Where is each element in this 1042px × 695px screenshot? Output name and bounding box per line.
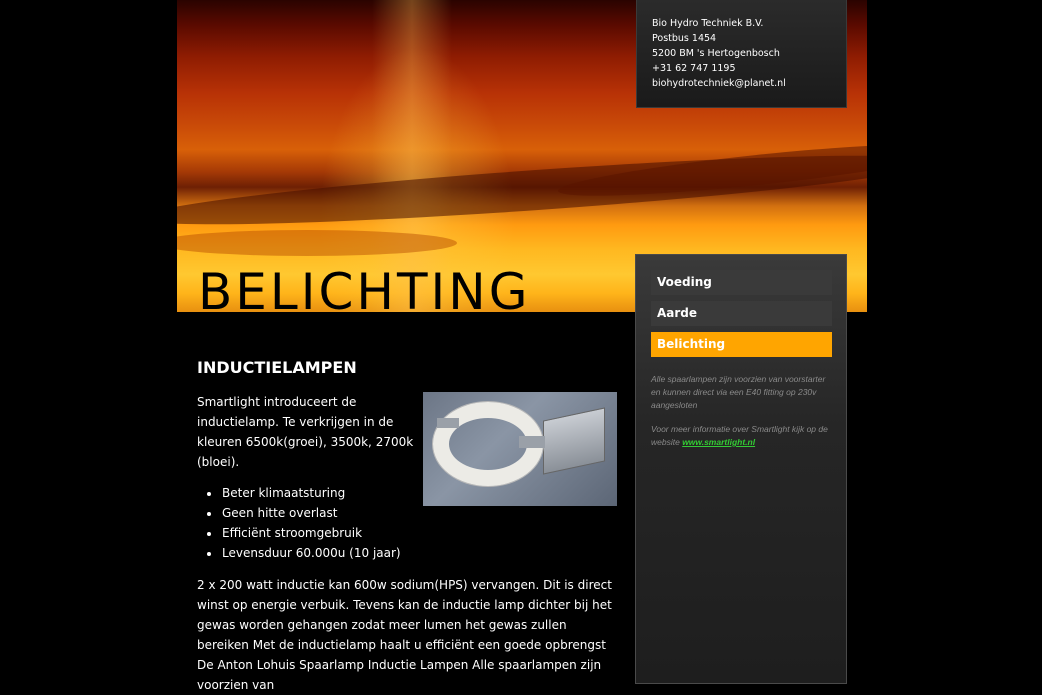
body-paragraph: 2 x 200 watt inductie kan 600w sodium(HP… [197, 578, 612, 692]
section-title: INDUCTIELAMPEN [197, 358, 357, 377]
smartlight-link[interactable]: www.smartlight.nl [682, 437, 755, 447]
sidebar-note-info: Voor meer informatie over Smartlight kij… [651, 423, 835, 449]
induction-lamp-photo [423, 392, 617, 506]
contact-company: Bio Hydro Techniek B.V. [652, 18, 764, 29]
list-item: Geen hitte overlast [221, 503, 401, 523]
nav-item-aarde[interactable]: Aarde [651, 301, 832, 326]
contact-email: biohydrotechniek@planet.nl [652, 78, 786, 89]
list-item: Beter klimaatsturing [221, 483, 401, 503]
intro-paragraph: Smartlight introduceert de inductielamp.… [197, 395, 414, 469]
feature-list: Beter klimaatsturing Geen hitte overlast… [197, 483, 401, 563]
sidebar-nav: Voeding Aarde Belichting [651, 270, 832, 363]
contact-phone: +31 62 747 1195 [652, 63, 736, 74]
main-content: INDUCTIELAMPEN Smartlight introduceert d… [197, 355, 617, 692]
list-item: Levensduur 60.000u (10 jaar) [221, 543, 401, 563]
sidebar-note-spaarlampen: Alle spaarlampen zijn voorzien van voors… [651, 374, 826, 410]
contact-box: Bio Hydro Techniek B.V. Postbus 1454 520… [636, 0, 847, 108]
nav-item-belichting[interactable]: Belichting [651, 332, 832, 357]
sidebar: Voeding Aarde Belichting Alle spaarlampe… [635, 254, 847, 684]
contact-postbus: Postbus 1454 [652, 33, 717, 44]
list-item: Efficiënt stroomgebruik [221, 523, 401, 543]
nav-item-voeding[interactable]: Voeding [651, 270, 832, 295]
page: BELICHTING Bio Hydro Techniek B.V. Postb… [177, 0, 867, 692]
page-title: BELICHTING [198, 263, 531, 312]
contact-city: 5200 BM 's Hertogenbosch [652, 48, 780, 59]
